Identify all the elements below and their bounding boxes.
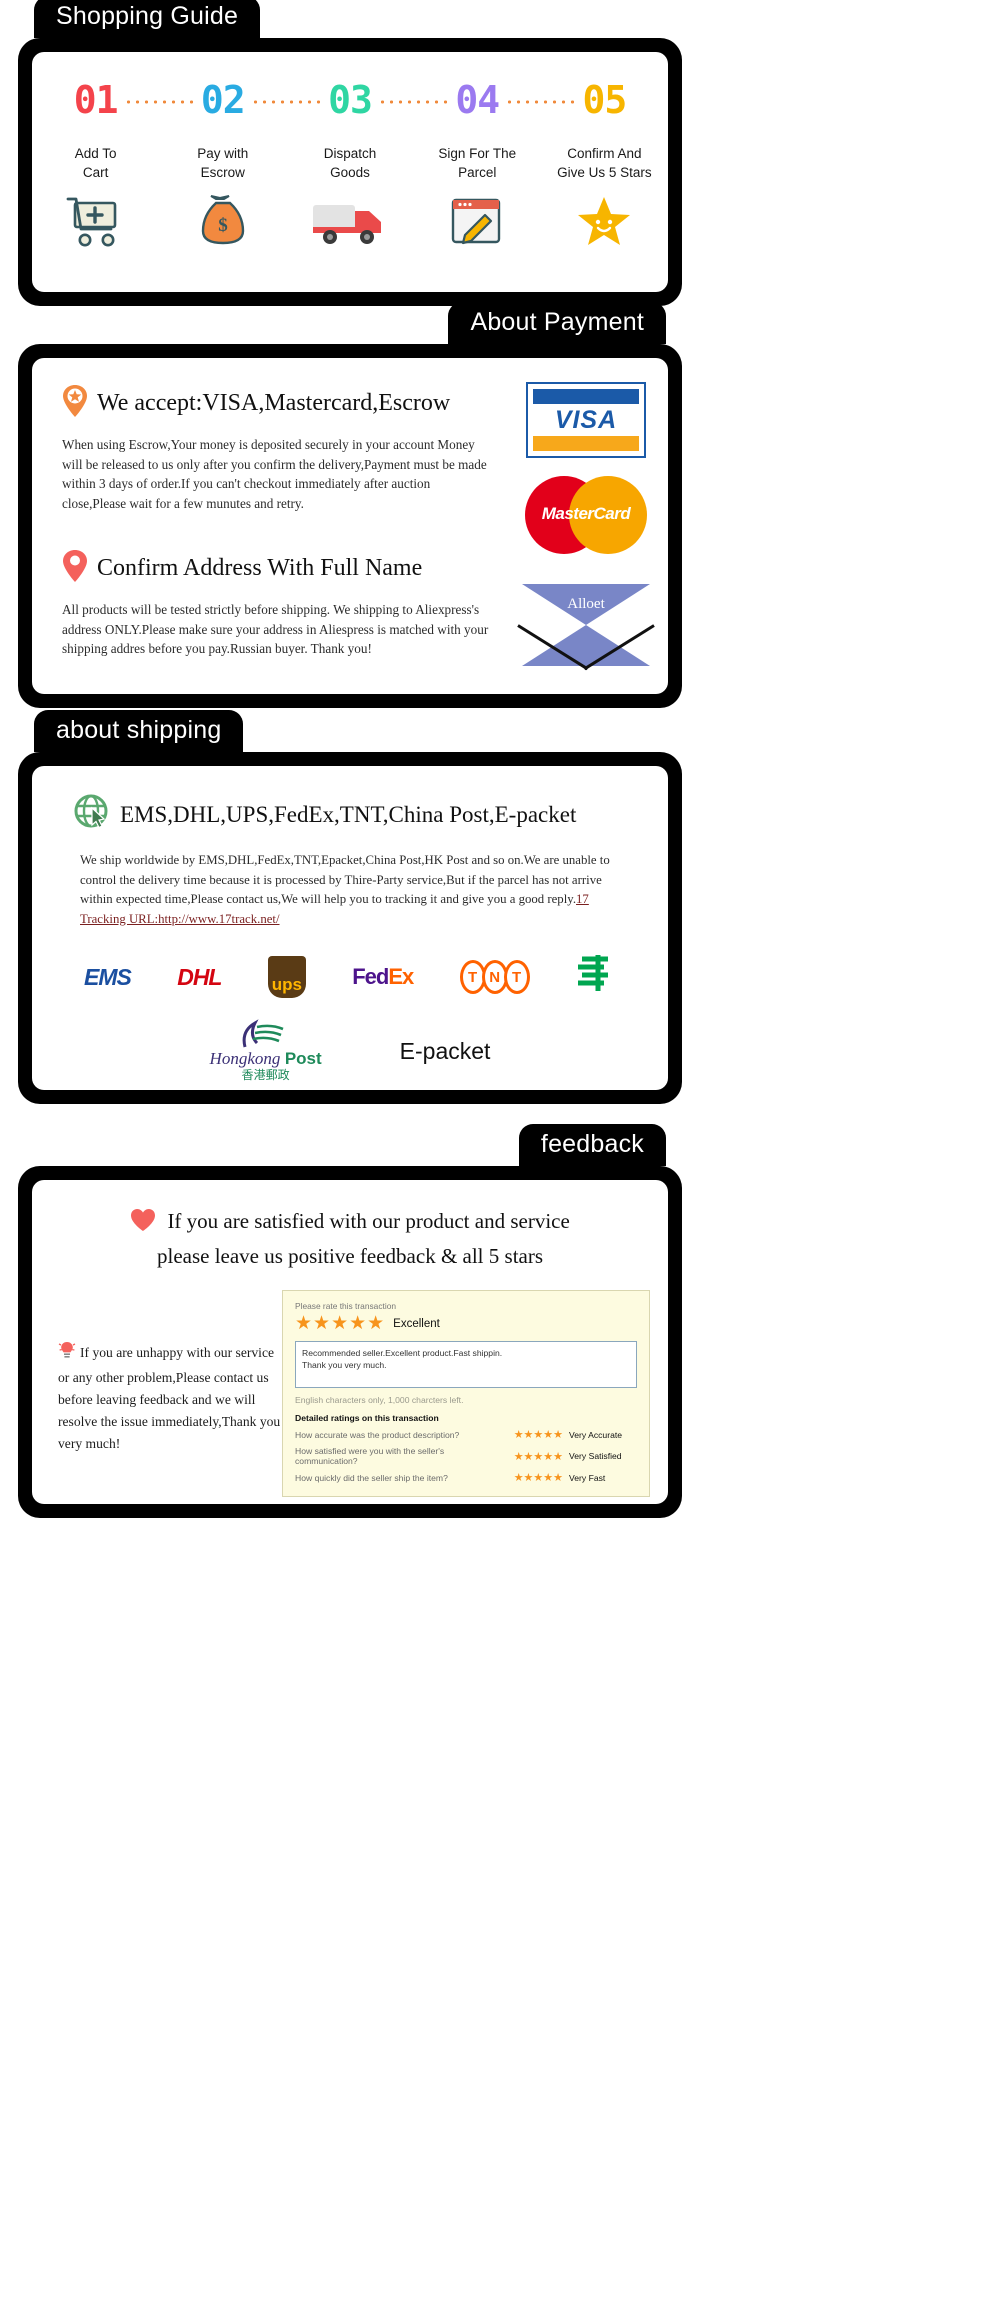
envelope-brand-text: Alloet [567,596,605,612]
courier-logos-row-2: Hongkong Post 香港郵政 E-packet [32,1019,668,1083]
visa-wordmark: VISA [554,406,618,434]
envelope-logo: Alloet [517,584,655,671]
lightbulb-icon [58,1340,76,1367]
about-shipping-panel: about shipping EMS,DHL,UPS,FedEx,TNT,Chi… [18,710,682,1104]
feedback-left-note: If you are unhappy with our service or a… [32,1290,282,1497]
overall-rating-stars[interactable]: ★★★★★ [295,1313,385,1335]
shipping-body-text: We ship worldwide by EMS,DHL,FedEx,TNT,E… [80,851,626,929]
step-label: Add To Cart [74,146,117,180]
visa-bottom-bar [533,436,639,451]
review-line-1: Recommended seller.Excellent product.Fas… [302,1348,503,1358]
detailed-rating-question: How quickly did the seller ship the item… [295,1472,448,1483]
feedback-heading-line-1: If you are satisfied with our product an… [167,1209,570,1233]
delivery-truck-icon [286,192,413,252]
feedback-columns: If you are unhappy with our service or a… [32,1290,668,1497]
overall-rating-label: Excellent [393,1318,440,1330]
shipping-heading: EMS,DHL,UPS,FedEx,TNT,China Post,E-packe… [120,801,577,827]
money-bag-icon: $ [159,192,286,252]
heart-icon [130,1208,156,1241]
dhl-logo: DHL [177,963,222,990]
courier-logos-row-1: EMS DHL ups FedEx T N T [84,951,616,1003]
step-label: Pay with Escrow [197,146,249,180]
visa-logo: VISA [518,382,654,458]
step-1: 01 Add To Cart [32,78,195,252]
step-5: 05 Confirm And Give Us 5 Stars [541,78,668,252]
visa-top-bar [533,389,639,404]
epacket-logo: E-packet [399,1037,491,1064]
ems-logo: EMS [84,963,132,990]
feedback-body: If you are satisfied with our product an… [32,1180,668,1504]
payment-heading-2-row: Confirm Address With Full Name [62,549,492,588]
review-line-2: Thank you very much. [302,1360,387,1370]
shopping-guide-tab: Shopping Guide [34,0,261,38]
feedback-heading-line-2: please leave us positive feedback & all … [156,1244,544,1268]
feedback-heading: If you are satisfied with our product an… [32,1206,668,1272]
star-pin-icon [62,384,88,423]
svg-text:$: $ [218,215,228,236]
detailed-ratings-title: Detailed ratings on this transaction [295,1413,439,1423]
map-pin-icon [62,549,88,588]
rate-prompt: Please rate this transaction [295,1301,397,1311]
detailed-rating-stars[interactable]: ★★★★★ [483,1471,563,1484]
shipping-body-paragraph: We ship worldwide by EMS,DHL,FedEx,TNT,E… [80,853,610,906]
shipping-heading-row: EMS,DHL,UPS,FedEx,TNT,China Post,E-packe… [74,794,668,835]
detailed-rating-row: How accurate was the product description… [295,1428,637,1441]
detailed-rating-value: Very Accurate [569,1429,623,1440]
detailed-rating-question: How accurate was the product description… [295,1429,460,1440]
character-count-note: English characters only, 1,000 charcters… [295,1395,464,1405]
about-payment-tab: About Payment [448,302,666,344]
payment-text-column: We accept:VISA,Mastercard,Escrow When us… [62,384,492,659]
rate-transaction-card-wrapper: Please rate this transaction ★★★★★ Excel… [282,1290,668,1497]
step-label: Sign For The Parcel [438,146,517,180]
step-number: 05 [582,78,628,122]
hkpost-bold-text: Post [284,1049,322,1068]
step-2: 02 Pay with Escrow $ [159,78,322,252]
mastercard-wordmark: MasterCard [541,504,631,523]
globe-cursor-icon [74,794,110,835]
rate-transaction-card: Please rate this transaction ★★★★★ Excel… [282,1290,650,1497]
detailed-rating-stars[interactable]: ★★★★★ [483,1450,563,1463]
about-shipping-body: EMS,DHL,UPS,FedEx,TNT,China Post,E-packe… [32,766,668,1090]
ups-logo: ups [267,956,306,998]
payment-heading-1: We accept:VISA,Mastercard,Escrow [97,390,451,416]
shopping-guide-body: 01 Add To Cart 02 Pay with Escrow $ 03 D… [32,52,668,292]
step-3: 03 Dispatch Goods [286,78,450,252]
about-shipping-tab: about shipping [34,710,244,752]
tnt-logo: T N T [459,960,530,994]
detailed-rating-row: How quickly did the seller ship the item… [295,1471,637,1484]
tnt-letter-3: T [503,960,530,994]
feedback-panel: feedback If you are satisfied with our p… [18,1124,682,1518]
hkpost-italic-text: Hongkong [209,1049,281,1068]
hongkong-post-logo: Hongkong Post 香港郵政 [210,1019,322,1083]
detailed-rating-value: Very Satisfied [569,1451,622,1461]
detailed-rating-row: How satisfied were you with the seller's… [295,1446,637,1466]
about-payment-panel: About Payment We accept:VISA,Mastercard,… [18,302,682,708]
payment-body-2: All products will be tested strictly bef… [62,602,489,656]
fedex-logo: FedEx [352,964,414,990]
shopping-cart-icon [32,192,159,252]
smiling-star-icon [541,192,668,252]
detailed-rating-value: Very Fast [569,1472,606,1483]
hkpost-chinese-text: 香港郵政 [241,1068,290,1083]
steps-list: 01 Add To Cart 02 Pay with Escrow $ 03 D… [32,78,668,252]
about-payment-body: We accept:VISA,Mastercard,Escrow When us… [32,358,668,694]
step-label: Confirm And Give Us 5 Stars [557,146,652,180]
payment-heading-2: Confirm Address With Full Name [97,555,423,581]
payment-body-1: When using Escrow,Your money is deposite… [62,437,487,511]
shopping-guide-panel: Shopping Guide 01 Add To Cart 02 Pay wit… [18,0,682,306]
detailed-rating-stars[interactable]: ★★★★★ [483,1428,563,1441]
detailed-rating-question: How satisfied were you with the seller's… [295,1446,445,1466]
step-label: Dispatch Goods [323,146,377,180]
feedback-tab: feedback [518,1124,666,1166]
review-textarea[interactable]: Recommended seller.Excellent product.Fas… [295,1341,637,1388]
step-4: 04 Sign For The Parcel [414,78,577,252]
china-post-logo [572,951,616,1003]
feedback-left-text: If you are unhappy with our service or a… [58,1345,281,1451]
payment-heading-1-row: We accept:VISA,Mastercard,Escrow [62,384,492,423]
fedex-ex-text: Ex [388,964,414,989]
fedex-fed-text: Fed [352,964,389,989]
payment-logos-column: VISA MasterCard Alloet [517,382,655,684]
mastercard-logo: MasterCard [518,476,654,554]
sign-document-icon [414,192,541,252]
